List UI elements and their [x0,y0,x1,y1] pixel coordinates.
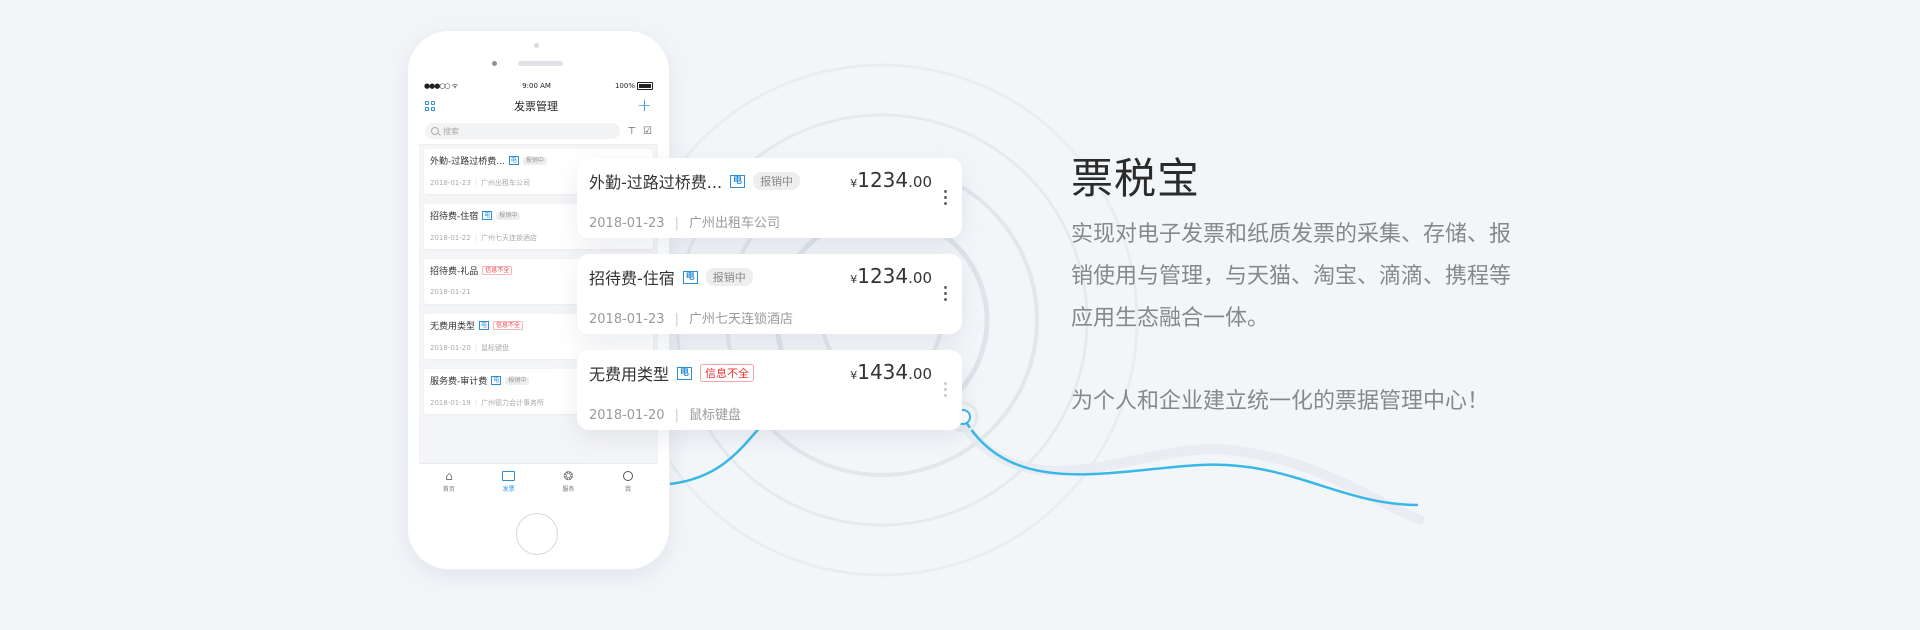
tab-invoice[interactable]: 发票 [479,464,539,498]
item-title: 无费用类型 [430,322,476,332]
status-badge: 报销中 [496,211,521,220]
item-date: 2018-01-21 [430,288,471,296]
item-date: 2018-01-23 [430,179,471,187]
item-date: 2018-01-20 [430,344,471,352]
search-row: 搜索 ⊤ ☑ [419,118,658,145]
status-badge: 报销中 [753,172,801,190]
invoice-card[interactable]: 无费用类型 电 信息不全 ¥1434.00 2018-01-20 | 鼠标键盘 [577,350,962,430]
item-vendor: 广州七天连锁酒店 [481,234,538,242]
card-amount: ¥1234.00 [850,168,932,192]
electronic-tag: 电 [491,376,502,385]
item-title: 外勤-过路过桥费... [430,157,505,167]
electronic-tag: 电 [682,270,698,284]
card-date: 2018-01-23 [589,216,665,231]
grid-menu-icon[interactable] [425,101,435,111]
battery-percent: 100% [614,82,635,90]
banner: ●●●○○ ᯤ 9:00 AM 100% 发票管理 + 搜索 ⊤ ☑ 外勤-过路 [0,0,1920,630]
card-amount: ¥1434.00 [850,360,932,384]
tab-label: 服务 [562,485,575,493]
home-icon: ⌂ [445,468,453,483]
phone-speaker [518,61,563,66]
item-title: 招待费-礼品 [430,267,479,277]
invoice-card[interactable]: 招待费-住宿 电 报销中 ¥1234.00 2018-01-23 | 广州七天连锁酒… [577,254,962,334]
product-headline: 票税宝 [1071,154,1201,203]
status-badge: 报销中 [522,156,547,165]
status-bar: ●●●○○ ᯤ 9:00 AM 100% [419,78,658,94]
tab-home[interactable]: ⌂ 首页 [419,464,479,498]
more-options-icon[interactable] [944,286,948,301]
card-vendor: 鼠标键盘 [688,408,741,423]
more-options-icon[interactable] [944,190,948,205]
user-icon [622,470,635,482]
battery-icon [636,82,653,90]
tab-me[interactable]: 我 [598,464,658,498]
filter-icon[interactable]: ⊤ [627,126,636,137]
status-time: 9:00 AM [522,82,551,90]
phone-camera [534,43,539,48]
more-options-icon[interactable] [944,382,948,397]
card-title: 外勤-过路过桥费... [589,173,723,192]
card-title: 招待费-住宿 [589,269,675,288]
electronic-tag: 电 [508,156,519,165]
add-invoice-button[interactable]: + [637,97,652,115]
electronic-tag: 电 [482,211,493,220]
tab-bar: ⌂ 首页 发票 ❂ 服务 我 [419,463,658,498]
item-title: 招待费-住宿 [430,212,479,222]
product-slogan: 为个人和企业建立统一化的票据管理中心！ [1071,389,1490,414]
home-button[interactable] [516,513,558,555]
search-icon [431,127,439,135]
tab-label: 首页 [442,485,455,493]
service-icon: ❂ [563,468,574,483]
electronic-tag: 电 [730,174,746,188]
electronic-tag: 电 [677,366,693,380]
wifi-icon: ᯤ [451,81,459,90]
item-title: 服务费-审计费 [430,377,488,387]
status-badge: 报销中 [705,268,753,286]
nav-bar: 发票管理 + [419,94,658,118]
item-date: 2018-01-22 [430,234,471,242]
card-vendor: 广州出租车公司 [688,216,780,231]
product-description: 实现对电子发票和纸质发票的采集、存储、报销使用与管理，与天猫、淘宝、滴滴、携程等… [1071,222,1512,331]
status-badge: 信息不全 [700,364,755,382]
page-title: 发票管理 [513,100,558,113]
item-vendor: 广州出租车公司 [481,179,531,187]
card-date: 2018-01-20 [589,408,665,423]
card-vendor: 广州七天连锁酒店 [688,312,793,327]
multi-select-icon[interactable]: ☑ [643,126,652,137]
signal-icon: ●●●○○ [424,81,451,90]
tab-label: 发票 [502,485,515,493]
status-badge: 信息不全 [482,266,513,275]
item-date: 2018-01-19 [430,399,471,407]
status-badge: 信息不全 [493,321,524,330]
phone-sensor [492,61,497,66]
card-title: 无费用类型 [589,365,670,384]
tab-label: 我 [625,485,632,493]
status-badge: 报销中 [505,376,530,385]
invoice-card[interactable]: 外勤-过路过桥费... 电 报销中 ¥1234.00 2018-01-23 | 广州… [577,158,962,238]
search-input[interactable]: 搜索 [425,123,621,139]
tab-service[interactable]: ❂ 服务 [539,464,599,498]
invoice-icon [502,470,516,482]
card-date: 2018-01-23 [589,312,665,327]
item-vendor: 鼠标键盘 [481,344,510,352]
item-vendor: 广州德力会计事务所 [481,399,545,407]
electronic-tag: 电 [479,321,490,330]
card-amount: ¥1234.00 [850,264,932,288]
search-placeholder: 搜索 [443,126,459,136]
